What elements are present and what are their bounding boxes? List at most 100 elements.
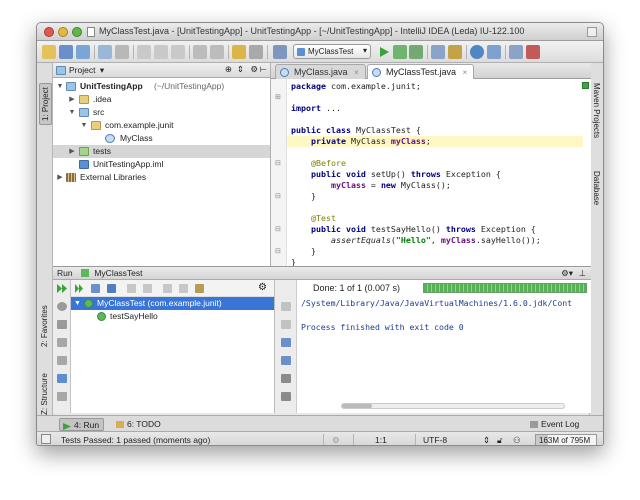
project-tool-tab[interactable]: 1: Project bbox=[39, 83, 52, 125]
gear-icon[interactable]: ⚙ bbox=[250, 64, 258, 75]
hide-panel-icon[interactable]: ⊢ bbox=[260, 64, 267, 75]
close-icon[interactable]: × bbox=[463, 68, 468, 77]
collapsed-arrow-icon[interactable]: ▶ bbox=[68, 145, 76, 158]
redo-icon[interactable] bbox=[115, 45, 129, 59]
collapse-all-icon[interactable]: ⇕ bbox=[237, 64, 244, 75]
save-icon[interactable] bbox=[59, 45, 73, 59]
soft-wrap-icon[interactable] bbox=[281, 338, 291, 347]
console-output[interactable]: /System/Library/Java/JavaVirtualMachines… bbox=[297, 297, 591, 333]
event-log-tool-tab[interactable]: Event Log bbox=[527, 418, 583, 431]
expanded-arrow-icon[interactable]: ▼ bbox=[68, 106, 76, 119]
ant-build-icon[interactable] bbox=[509, 45, 523, 59]
rerun-icon[interactable] bbox=[57, 284, 67, 293]
paste-icon[interactable] bbox=[171, 45, 185, 59]
run-icon[interactable] bbox=[377, 45, 391, 59]
encoding-chevron-icon[interactable]: ⇕ bbox=[483, 435, 490, 445]
expanded-arrow-icon[interactable]: ▼ bbox=[74, 297, 81, 310]
close-window-button[interactable] bbox=[44, 27, 54, 37]
tree-item-myclass[interactable]: MyClass bbox=[53, 132, 270, 145]
test-suite-row[interactable]: ▼ MyClassTest (com.example.junit) bbox=[71, 297, 274, 310]
scroll-from-source-icon[interactable]: ⊕ bbox=[225, 64, 232, 75]
tree-item-iml[interactable]: UnitTestingApp.iml bbox=[53, 158, 270, 171]
export-results-icon[interactable] bbox=[195, 284, 204, 293]
tree-item-external-libraries[interactable]: ▶ External Libraries bbox=[53, 171, 270, 184]
sync-icon[interactable] bbox=[76, 45, 90, 59]
tree-item-tests[interactable]: ▶ tests bbox=[53, 145, 270, 158]
expanded-arrow-icon[interactable]: ▼ bbox=[80, 119, 88, 132]
clear-icon[interactable] bbox=[281, 392, 291, 401]
inspector-icon[interactable]: ⚇ bbox=[513, 435, 521, 445]
todo-tool-tab[interactable]: 6: TODO bbox=[113, 418, 165, 431]
structure-icon[interactable] bbox=[273, 45, 287, 59]
undo-icon[interactable] bbox=[98, 45, 112, 59]
tab-myclass-java[interactable]: MyClass.java × bbox=[275, 64, 366, 79]
scrollbar-thumb[interactable] bbox=[342, 404, 372, 408]
project-view-select[interactable]: Project bbox=[69, 65, 95, 75]
more-icon[interactable] bbox=[57, 392, 67, 401]
down-stack-icon[interactable] bbox=[281, 320, 291, 329]
expand-all-icon[interactable] bbox=[127, 284, 136, 293]
run-config-tab[interactable]: MyClassTest bbox=[94, 268, 142, 278]
caret-position[interactable]: 1:1 bbox=[375, 435, 387, 445]
stop-icon[interactable] bbox=[57, 320, 67, 329]
file-encoding[interactable]: UTF-8 bbox=[423, 435, 447, 445]
toggle-tool-windows-icon[interactable] bbox=[41, 434, 51, 444]
favorites-tool-tab[interactable]: 2: Favorites bbox=[40, 305, 49, 347]
find-icon[interactable] bbox=[193, 45, 207, 59]
export-icon[interactable] bbox=[57, 374, 67, 383]
open-folder-icon[interactable] bbox=[42, 45, 56, 59]
settings-icon[interactable] bbox=[431, 45, 445, 59]
collapsed-arrow-icon[interactable]: ▶ bbox=[68, 93, 76, 106]
cut-icon[interactable] bbox=[137, 45, 151, 59]
collapse-all-icon[interactable] bbox=[143, 284, 152, 293]
settings-icon[interactable]: ⚙ bbox=[258, 282, 267, 293]
close-icon[interactable]: × bbox=[354, 68, 359, 77]
editor-gutter[interactable]: ⊞ ⊟ ⊟ ⊟ ⊟ bbox=[271, 79, 287, 266]
back-icon[interactable] bbox=[249, 45, 263, 59]
rerun-failed-icon[interactable] bbox=[75, 284, 84, 293]
tree-item-package[interactable]: ▼ com.example.junit bbox=[53, 119, 270, 132]
gear-icon[interactable]: ⚙▾ bbox=[561, 268, 573, 279]
tasks-icon[interactable] bbox=[526, 45, 540, 59]
no-errors-marker-icon[interactable] bbox=[582, 82, 589, 89]
chevron-down-icon[interactable]: ▾ bbox=[100, 65, 104, 75]
run-tool-tab[interactable]: 4: Run bbox=[59, 418, 105, 431]
console-horizontal-scrollbar[interactable] bbox=[341, 403, 565, 409]
tree-item-src[interactable]: ▼ src bbox=[53, 106, 270, 119]
run-configuration-select[interactable]: MyClassTest ▾ bbox=[293, 44, 371, 59]
build-icon[interactable] bbox=[232, 45, 246, 59]
code-area[interactable]: package com.example.junit; import ... pu… bbox=[287, 81, 583, 268]
debug-rerun-icon[interactable] bbox=[57, 302, 67, 311]
zoom-window-button[interactable] bbox=[72, 27, 82, 37]
vcs-icon[interactable] bbox=[487, 45, 501, 59]
scroll-to-end-icon[interactable] bbox=[281, 356, 291, 365]
test-case-row[interactable]: testSayHello bbox=[71, 310, 274, 323]
print-icon[interactable] bbox=[281, 374, 291, 383]
filter-icon[interactable] bbox=[91, 284, 100, 293]
fold-icon[interactable]: ⊟ bbox=[275, 247, 281, 255]
copy-icon[interactable] bbox=[154, 45, 168, 59]
debug-icon[interactable] bbox=[393, 45, 407, 59]
minimize-window-button[interactable] bbox=[58, 27, 68, 37]
fold-icon[interactable]: ⊟ bbox=[275, 192, 281, 200]
read-only-lock-icon[interactable]: 🔓︎ bbox=[497, 435, 503, 445]
collapsed-arrow-icon[interactable]: ▶ bbox=[56, 171, 64, 184]
previous-icon[interactable] bbox=[163, 284, 172, 293]
memory-indicator[interactable]: 163M of 795M bbox=[535, 434, 597, 445]
structure-tool-tab[interactable]: Z: Structure bbox=[40, 373, 49, 415]
hide-panel-icon[interactable]: ⊥ bbox=[579, 268, 586, 279]
close-run-icon[interactable] bbox=[57, 356, 67, 365]
fold-icon[interactable]: ⊞ bbox=[275, 93, 281, 101]
help-icon[interactable] bbox=[470, 45, 484, 59]
replace-icon[interactable] bbox=[210, 45, 224, 59]
tree-item-idea[interactable]: ▶ .idea bbox=[53, 93, 270, 106]
up-stack-icon[interactable] bbox=[281, 302, 291, 311]
fold-icon[interactable]: ⊟ bbox=[275, 159, 281, 167]
fold-icon[interactable]: ⊟ bbox=[275, 225, 281, 233]
maven-projects-tool-tab[interactable]: Maven Projects bbox=[592, 83, 601, 138]
coverage-icon[interactable] bbox=[409, 45, 423, 59]
project-structure-icon[interactable] bbox=[448, 45, 462, 59]
sort-alpha-icon[interactable] bbox=[107, 284, 116, 293]
status-message[interactable]: Tests Passed: 1 passed (moments ago) bbox=[61, 435, 210, 445]
database-tool-tab[interactable]: Database bbox=[592, 171, 601, 205]
